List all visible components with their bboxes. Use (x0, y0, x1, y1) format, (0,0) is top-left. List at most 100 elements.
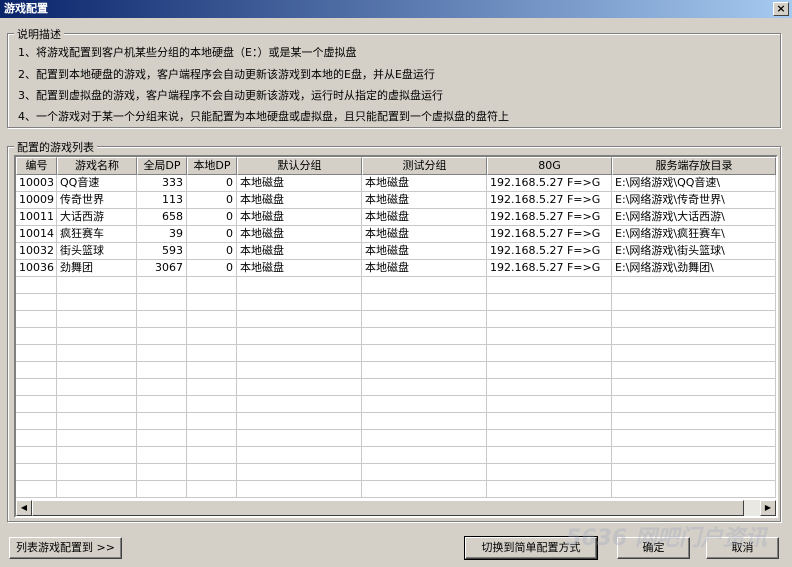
empty-cell (612, 277, 776, 294)
scrollbar-thumb[interactable] (32, 500, 744, 516)
empty-table-row (16, 413, 776, 430)
cell-local-dp: 0 (187, 243, 237, 260)
switch-simple-mode-button[interactable]: 切换到简单配置方式 (464, 536, 598, 560)
empty-table-row (16, 345, 776, 362)
column-header-server-dir[interactable]: 服务端存放目录 (612, 157, 776, 175)
column-header-test-group[interactable]: 测试分组 (362, 157, 487, 175)
table-row[interactable]: 10009 传奇世界 113 0 本地磁盘 本地磁盘 192.168.5.27 F=>G E:… (16, 192, 776, 209)
column-header-id[interactable]: 编号 (16, 157, 57, 175)
empty-table-row (16, 481, 776, 498)
cell-global-dp: 593 (137, 243, 187, 260)
table-row[interactable]: 10036 劲舞团 3067 0 本地磁盘 本地磁盘 192.168.5.27 F=>G E:… (16, 260, 776, 277)
empty-cell (612, 396, 776, 413)
scroll-left-arrow-icon[interactable]: ◀ (16, 500, 32, 516)
cell-id: 10003 (16, 175, 57, 192)
cell-local-dp: 0 (187, 260, 237, 277)
game-list-group-label: 配置的游戏列表 (14, 139, 97, 155)
empty-cell (16, 294, 57, 311)
empty-cell (487, 277, 612, 294)
empty-cell (362, 481, 487, 498)
empty-cell (362, 294, 487, 311)
cancel-button[interactable]: 取消 (706, 537, 779, 559)
empty-cell (187, 328, 237, 345)
empty-table-row (16, 430, 776, 447)
cell-default-group: 本地磁盘 (237, 192, 362, 209)
horizontal-scrollbar[interactable]: ◀ ▶ (16, 500, 776, 516)
empty-cell (362, 464, 487, 481)
cell-id: 10011 (16, 209, 57, 226)
empty-table-row (16, 362, 776, 379)
empty-cell (16, 481, 57, 498)
empty-cell (57, 447, 137, 464)
cell-80g: 192.168.5.27 F=>G (487, 209, 612, 226)
empty-cell (57, 345, 137, 362)
cell-game-name: 劲舞团 (57, 260, 137, 277)
empty-cell (137, 328, 187, 345)
empty-cell (187, 396, 237, 413)
empty-cell (237, 396, 362, 413)
cell-80g: 192.168.5.27 F=>G (487, 260, 612, 277)
empty-table-row (16, 464, 776, 481)
table-row[interactable]: 10014 疯狂赛车 39 0 本地磁盘 本地磁盘 192.168.5.27 F=>G E:\… (16, 226, 776, 243)
empty-cell (187, 413, 237, 430)
empty-cell (237, 362, 362, 379)
empty-cell (137, 379, 187, 396)
list-config-to-button[interactable]: 列表游戏配置到 >> (9, 537, 122, 559)
empty-cell (16, 413, 57, 430)
empty-cell (362, 362, 487, 379)
empty-cell (187, 277, 237, 294)
empty-cell (612, 379, 776, 396)
empty-cell (362, 345, 487, 362)
empty-cell (362, 396, 487, 413)
cell-test-group: 本地磁盘 (362, 192, 487, 209)
empty-cell (362, 277, 487, 294)
cell-server-dir: E:\网络游戏\QQ音速\ (612, 175, 776, 192)
empty-cell (16, 396, 57, 413)
column-header-game-name[interactable]: 游戏名称 (57, 157, 137, 175)
empty-cell (137, 294, 187, 311)
table-row[interactable]: 10003 QQ音速 333 0 本地磁盘 本地磁盘 192.168.5.27 F=>G E:… (16, 175, 776, 192)
close-button[interactable]: × (773, 2, 789, 16)
game-list-table[interactable]: 编号 游戏名称 全局DP 本地DP 默认分组 测试分组 80G 服务端存放目录 … (14, 155, 778, 518)
empty-cell (237, 311, 362, 328)
column-header-global-dp[interactable]: 全局DP (137, 157, 187, 175)
empty-cell (612, 413, 776, 430)
table-row[interactable]: 10032 街头篮球 593 0 本地磁盘 本地磁盘 192.168.5.27 F=>G E:… (16, 243, 776, 260)
scroll-right-arrow-icon[interactable]: ▶ (760, 500, 776, 516)
empty-cell (57, 413, 137, 430)
table-header: 编号 游戏名称 全局DP 本地DP 默认分组 测试分组 80G 服务端存放目录 (16, 157, 776, 175)
empty-cell (612, 430, 776, 447)
cell-id: 10036 (16, 260, 57, 277)
cell-global-dp: 3067 (137, 260, 187, 277)
empty-cell (57, 311, 137, 328)
empty-cell (187, 447, 237, 464)
column-header-80g[interactable]: 80G (487, 157, 612, 175)
cell-game-name: 传奇世界 (57, 192, 137, 209)
cell-test-group: 本地磁盘 (362, 260, 487, 277)
empty-cell (362, 413, 487, 430)
window-title: 游戏配置 (4, 2, 48, 15)
empty-cell (487, 311, 612, 328)
cell-default-group: 本地磁盘 (237, 260, 362, 277)
empty-table-row (16, 277, 776, 294)
column-header-default-group[interactable]: 默认分组 (237, 157, 362, 175)
ok-button[interactable]: 确定 (617, 537, 690, 559)
empty-cell (487, 362, 612, 379)
empty-cell (57, 481, 137, 498)
cell-local-dp: 0 (187, 209, 237, 226)
empty-cell (487, 464, 612, 481)
cell-server-dir: E:\网络游戏\疯狂赛车\ (612, 226, 776, 243)
empty-cell (487, 413, 612, 430)
column-header-local-dp[interactable]: 本地DP (187, 157, 237, 175)
empty-cell (612, 328, 776, 345)
cell-id: 10009 (16, 192, 57, 209)
empty-cell (237, 430, 362, 447)
empty-table-row (16, 294, 776, 311)
empty-cell (57, 464, 137, 481)
cell-local-dp: 0 (187, 175, 237, 192)
cell-80g: 192.168.5.27 F=>G (487, 243, 612, 260)
table-row[interactable]: 10011 大话西游 658 0 本地磁盘 本地磁盘 192.168.5.27 F=>G E:… (16, 209, 776, 226)
empty-cell (187, 481, 237, 498)
empty-cell (362, 311, 487, 328)
empty-table-row (16, 396, 776, 413)
